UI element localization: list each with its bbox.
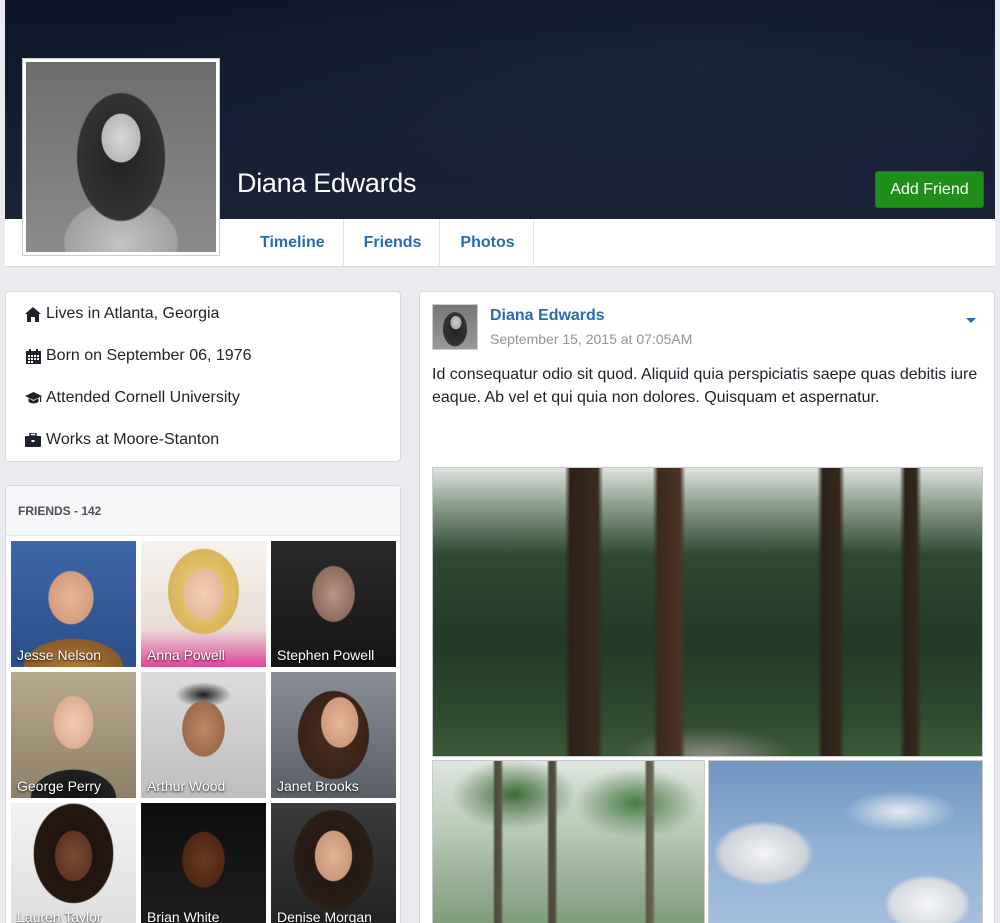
friend-photo [11,803,136,923]
friend-name: Brian White [147,909,220,923]
post-text: Id consequatur odio sit quod. Aliquid qu… [432,366,978,406]
intro-item-education: Attended Cornell University [24,389,240,407]
friend-name: Stephen Powell [277,647,375,663]
profile-name: Diana Edwards [237,168,417,198]
intro-item-text: Attended Cornell University [46,389,240,406]
friend-tile[interactable]: Brian White [141,803,266,923]
briefcase-icon [24,431,42,449]
intro-item-work: Works at Moore-Stanton [24,431,219,449]
friend-tile[interactable]: Denise Morgan [271,803,396,923]
post-author-avatar[interactable] [432,304,478,350]
friend-name: Arthur Wood [147,778,226,794]
post-photo-palms[interactable] [432,760,705,923]
intro-item-lives: Lives in Atlanta, Georgia [24,305,219,323]
friends-heading: FRIENDS - 142 [6,486,400,536]
profile-tabs: Timeline Friends Photos [240,219,534,267]
profile-avatar-image [26,62,216,252]
tab-friends[interactable]: Friends [344,219,441,267]
friend-photo [141,803,266,923]
intro-item-text: Works at Moore-Stanton [46,431,220,448]
home-icon [24,305,42,323]
post-author-name[interactable]: Diana Edwards [490,307,605,325]
tab-photos[interactable]: Photos [440,219,534,267]
friend-name: Lauren Taylor [17,909,102,923]
post-photo-forest[interactable] [432,467,983,757]
friend-tile[interactable]: Jesse Nelson [11,541,136,667]
friend-name: Jesse Nelson [17,647,102,663]
friend-tile[interactable]: Stephen Powell [271,541,396,667]
profile-avatar[interactable] [22,58,220,256]
intro-item-text: Born on September 06, 1976 [46,347,252,364]
calendar-icon [24,347,42,365]
post-photo-clouds[interactable] [708,760,983,923]
tab-timeline[interactable]: Timeline [240,219,344,267]
friend-tile[interactable]: Arthur Wood [141,672,266,798]
friend-tile[interactable]: George Perry [11,672,136,798]
add-friend-button[interactable]: Add Friend [875,171,984,208]
friend-name: Denise Morgan [277,909,372,923]
friend-name: Janet Brooks [277,778,359,794]
friends-grid: Jesse Nelson Anna Powell Stephen Powell … [11,541,396,923]
intro-card: Lives in Atlanta, Georgia Born on Septem… [5,291,401,462]
post-card: Diana Edwards September 15, 2015 at 07:0… [419,291,995,923]
friend-photo [271,803,396,923]
graduation-cap-icon [24,389,42,407]
friends-card: FRIENDS - 142 Jesse Nelson Anna Powell S… [5,485,401,923]
friend-tile[interactable]: Anna Powell [141,541,266,667]
friend-tile[interactable]: Lauren Taylor [11,803,136,923]
intro-item-born: Born on September 06, 1976 [24,347,251,365]
friend-name: George Perry [17,778,102,794]
chevron-down-icon[interactable] [965,312,979,323]
post-timestamp[interactable]: September 15, 2015 at 07:05AM [490,331,692,347]
intro-item-text: Lives in Atlanta, Georgia [46,305,220,322]
friend-name: Anna Powell [147,647,225,663]
friend-tile[interactable]: Janet Brooks [271,672,396,798]
